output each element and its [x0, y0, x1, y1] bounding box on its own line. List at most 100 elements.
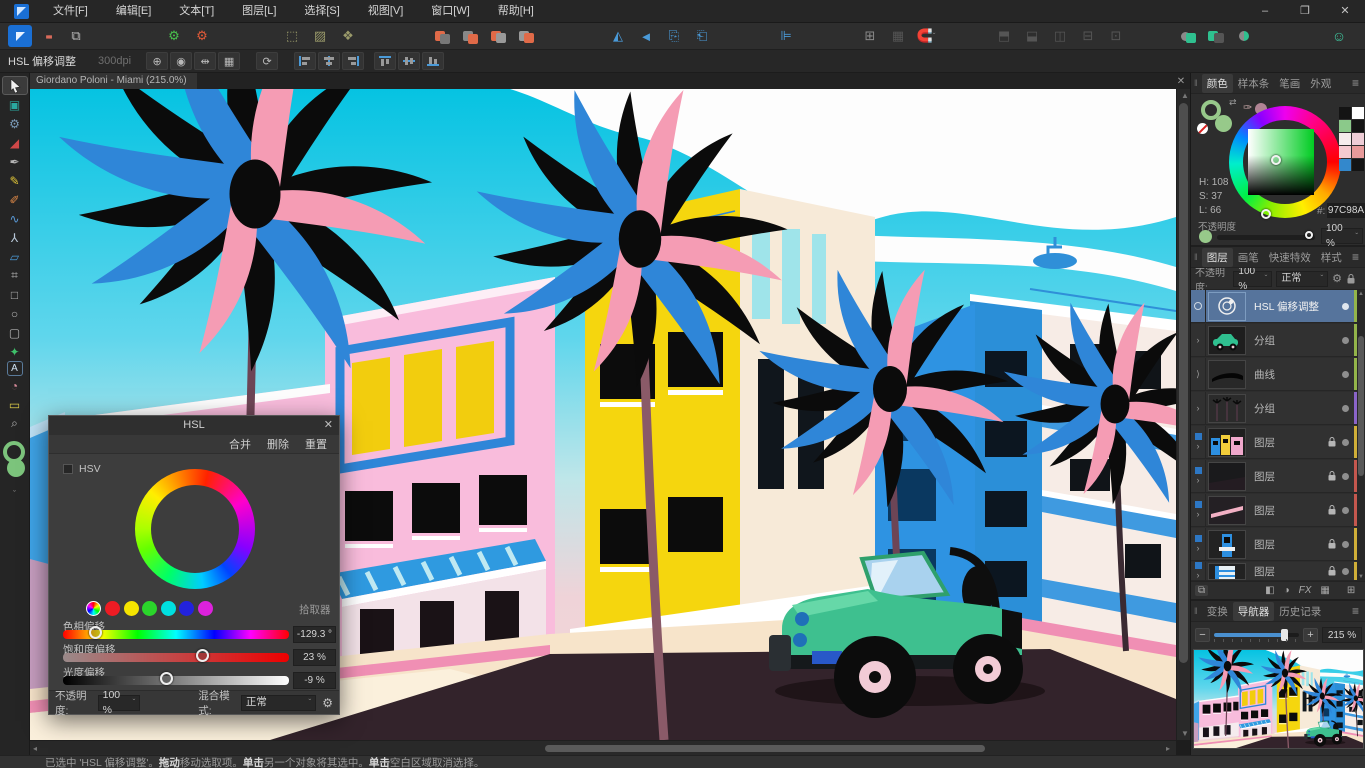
- menu-view[interactable]: 视图[V]: [354, 0, 417, 23]
- align-center-icon[interactable]: [318, 52, 340, 70]
- fx-icon[interactable]: FX: [1299, 585, 1312, 596]
- menu-window[interactable]: 窗口[W]: [417, 0, 484, 23]
- clip-canvas-icon[interactable]: ▨: [308, 25, 332, 47]
- tab-history[interactable]: 历史记录: [1274, 602, 1326, 621]
- menu-layer[interactable]: 图层[L]: [228, 0, 290, 23]
- layer-row-blue-building[interactable]: › 图层: [1191, 528, 1358, 561]
- rotate-selection-icon[interactable]: ⟳: [256, 52, 278, 70]
- tab-layers[interactable]: 图层: [1202, 248, 1233, 267]
- hsv-checkbox[interactable]: [63, 464, 73, 474]
- swap-colors-icon[interactable]: ⇄: [1229, 97, 1237, 108]
- panel-grip-icon[interactable]: ‖: [1191, 252, 1202, 262]
- fill-color-well[interactable]: [1215, 115, 1232, 132]
- swatch-cyan[interactable]: [161, 601, 176, 616]
- hue-marker[interactable]: [1261, 209, 1271, 219]
- tools-collapse-chevron-icon[interactable]: ˇ: [0, 489, 29, 499]
- align-right-icon[interactable]: [342, 52, 364, 70]
- tab-swatches[interactable]: 样本条: [1233, 74, 1275, 93]
- pen-tool[interactable]: ✒: [2, 152, 28, 171]
- saturation-square[interactable]: [1248, 129, 1314, 195]
- bleed-view-icon[interactable]: ⬚: [280, 25, 304, 47]
- blend-mode-dropdown[interactable]: 正常ˇ: [241, 695, 316, 711]
- pencil-tool[interactable]: ✎: [2, 171, 28, 190]
- move-backward-icon[interactable]: [486, 25, 510, 47]
- mask-layer-icon[interactable]: ◧: [1265, 585, 1274, 596]
- canvas-horizontal-scrollbar[interactable]: ◂ ▸: [30, 740, 1176, 755]
- preferences-gear-icon[interactable]: ⚙: [162, 25, 186, 47]
- snapping-magnet-icon[interactable]: 🧲ˇ: [914, 25, 938, 47]
- lock-icon[interactable]: [1327, 504, 1337, 516]
- duplicate-layer-icon[interactable]: ⧉: [1195, 585, 1208, 596]
- move-tool[interactable]: [2, 76, 28, 95]
- cycle-selection-icon[interactable]: ⊕: [146, 52, 168, 70]
- document-close-icon[interactable]: ✕: [1172, 76, 1190, 87]
- designer-persona-button[interactable]: [8, 25, 32, 47]
- move-to-front-icon[interactable]: [430, 25, 454, 47]
- hex-input[interactable]: 97C98A: [1327, 203, 1365, 218]
- delete-button[interactable]: 删除: [267, 436, 289, 452]
- tab-navigator[interactable]: 导航器: [1233, 602, 1275, 621]
- menu-edit[interactable]: 编辑[E]: [102, 0, 165, 23]
- layer-row-dark[interactable]: › 图层: [1191, 460, 1358, 493]
- panel-opacity-slider[interactable]: [1217, 235, 1315, 240]
- tab-stroke[interactable]: 笔画: [1274, 74, 1305, 93]
- lock-icon[interactable]: [1327, 565, 1337, 577]
- layer-row-curve[interactable]: ⟩ 曲线: [1191, 358, 1358, 391]
- no-color-well[interactable]: [1197, 123, 1208, 134]
- edit-all-layers-icon[interactable]: ◉: [170, 52, 192, 70]
- navigator-panel-menu-icon[interactable]: ≡: [1352, 604, 1365, 618]
- canvas-vertical-scrollbar[interactable]: ▲ ▼: [1176, 89, 1190, 740]
- shape-tool[interactable]: ✦: [2, 342, 28, 361]
- pattern-layer-icon[interactable]: ▦: [1320, 585, 1329, 596]
- point-transform-tool[interactable]: ⚙: [2, 114, 28, 133]
- swatch-all-hues[interactable]: [86, 601, 101, 616]
- tab-appearance[interactable]: 外观: [1305, 74, 1336, 93]
- luminosity-shift-slider[interactable]: [63, 676, 289, 685]
- saturation-shift-slider[interactable]: [63, 653, 289, 662]
- zoom-percentage-value[interactable]: 215 %: [1322, 627, 1362, 643]
- hue-wheel[interactable]: [135, 469, 255, 589]
- hue-shift-slider[interactable]: [63, 630, 289, 639]
- minimize-button[interactable]: –: [1245, 0, 1285, 23]
- measure-tool[interactable]: ▭: [2, 395, 28, 414]
- swatch-red[interactable]: [105, 601, 120, 616]
- layer-row-road[interactable]: › 图层: [1191, 494, 1358, 527]
- boolean-add-icon[interactable]: [1176, 25, 1200, 47]
- layer-row-buildings[interactable]: › 图层: [1191, 426, 1358, 459]
- corner-tool[interactable]: ◢: [2, 133, 28, 152]
- zoom-in-button[interactable]: +: [1303, 628, 1318, 642]
- zoom-slider[interactable]: [1214, 628, 1299, 642]
- export-persona-button[interactable]: ⧉: [64, 25, 88, 47]
- eyedropper-icon[interactable]: ✑: [1243, 101, 1252, 114]
- menu-help[interactable]: 帮助[H]: [484, 0, 548, 23]
- panel-opacity-dropdown[interactable]: 100 %ˇ: [1321, 228, 1363, 244]
- zoom-out-button[interactable]: −: [1195, 628, 1210, 642]
- lock-icon[interactable]: [1327, 470, 1337, 482]
- close-button[interactable]: ✕: [1325, 0, 1365, 23]
- restore-button[interactable]: ❐: [1285, 0, 1325, 23]
- saturation-shift-value[interactable]: 23 %: [293, 649, 336, 666]
- hsl-dialog-titlebar[interactable]: HSL ✕: [49, 416, 339, 435]
- panel-grip-icon[interactable]: ‖: [1191, 78, 1202, 88]
- menu-select[interactable]: 选择[S]: [290, 0, 353, 23]
- tab-brushes[interactable]: 画笔: [1233, 248, 1264, 267]
- swatch-green[interactable]: [142, 601, 157, 616]
- lock-icon[interactable]: [1327, 436, 1337, 448]
- merge-button[interactable]: 合并: [229, 436, 251, 452]
- swatch-blue[interactable]: [179, 601, 194, 616]
- rounded-rectangle-tool[interactable]: ▢: [2, 323, 28, 342]
- reset-button[interactable]: 重置: [305, 436, 327, 452]
- layers-scrollbar[interactable]: ▲ ▼: [1357, 290, 1365, 581]
- color-picker-tool[interactable]: ◔: [2, 376, 28, 395]
- rectangle-tool[interactable]: □: [2, 285, 28, 304]
- vector-brush-tool[interactable]: ∿: [2, 209, 28, 228]
- hsl-dialog[interactable]: HSL ✕ 合并 删除 重置 HSV 拾取器 色相偏移 -129.3 ° 饱和度…: [48, 415, 340, 715]
- layer-row-hsl-adjustment[interactable]: HSL 偏移调整: [1191, 290, 1358, 323]
- panel-grip-icon[interactable]: ‖: [1191, 606, 1202, 616]
- layer-row-group-palms[interactable]: › 分组: [1191, 392, 1358, 425]
- alignment-icon[interactable]: ⊫: [774, 25, 798, 47]
- boolean-divide-icon[interactable]: [1232, 25, 1256, 47]
- align-top-icon[interactable]: [374, 52, 396, 70]
- assistant-gear-icon[interactable]: ⚙: [190, 25, 214, 47]
- adjustment-icon[interactable]: ◑: [1284, 585, 1290, 596]
